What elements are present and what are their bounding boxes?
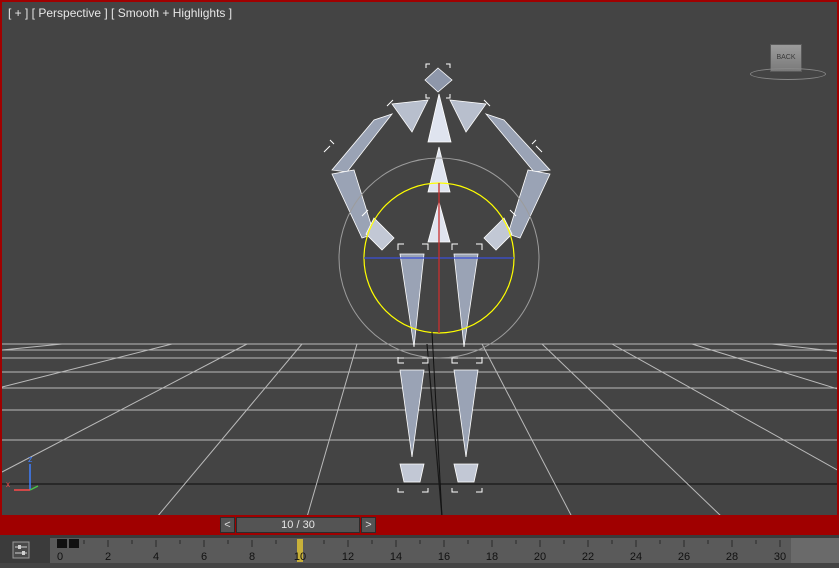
neck-bone — [427, 93, 452, 143]
track-bar-toggle-icon[interactable] — [6, 540, 36, 560]
viewport-scene — [2, 63, 837, 515]
track-bar-tick-label: 8 — [249, 551, 255, 563]
track-bar-tick-label: 22 — [582, 551, 594, 563]
right-hand-bone — [483, 217, 513, 251]
right-thigh-bone — [453, 253, 479, 348]
biped-skeleton[interactable] — [331, 67, 551, 483]
time-slider-handle[interactable]: 10 / 30 — [236, 517, 360, 533]
next-frame-button[interactable]: > — [361, 517, 376, 533]
previous-frame-button[interactable]: < — [220, 517, 235, 533]
viewport-label[interactable]: [ + ] [ Perspective ] [ Smooth + Highlig… — [8, 6, 232, 20]
right-calf-bone — [453, 369, 479, 458]
left-foot-bone — [399, 463, 425, 483]
left-forearm-bone — [331, 169, 375, 239]
axis-x-label: x — [6, 480, 10, 489]
track-bar-tick-label: 14 — [390, 551, 402, 563]
viewcube[interactable]: BACK — [750, 42, 826, 82]
track-bar-tick-label: 20 — [534, 551, 546, 563]
track-bar: 0 2 4 6 8 10 12 14 16 18 20 22 24 26 28 30 — [0, 535, 839, 563]
track-bar-ticks: 0 2 4 6 8 10 12 14 16 18 20 22 24 26 28 30 — [57, 539, 786, 563]
track-bar-tick-label: 30 — [774, 551, 786, 563]
track-bar-tick-label: 28 — [726, 551, 738, 563]
track-bar-end-panel — [791, 538, 839, 563]
right-foot-bone — [453, 463, 479, 483]
right-clavicle-bone — [449, 99, 487, 133]
track-bar-tick-label: 24 — [630, 551, 642, 563]
track-bar-tick-label: 6 — [201, 551, 207, 563]
world-axis-tripod — [14, 464, 39, 491]
left-calf-bone — [399, 369, 425, 458]
track-bar-tick-label: 16 — [438, 551, 450, 563]
rotate-gizmo[interactable] — [338, 157, 540, 515]
head-bone — [424, 67, 453, 93]
left-clavicle-bone — [391, 99, 429, 133]
perspective-viewport[interactable]: [ + ] [ Perspective ] [ Smooth + Highlig… — [0, 0, 839, 515]
left-upperarm-bone — [331, 113, 394, 173]
track-bar-ruler[interactable]: 0 2 4 6 8 10 12 14 16 18 20 22 24 26 28 30 — [50, 538, 791, 563]
track-bar-tick-label: 18 — [486, 551, 498, 563]
track-bar-tick-label: 2 — [105, 551, 111, 563]
right-forearm-bone — [507, 169, 551, 239]
track-bar-tick-label: 12 — [342, 551, 354, 563]
axis-z-label: z — [28, 454, 33, 464]
keyframe-marker[interactable] — [69, 539, 79, 548]
keyframe-marker[interactable] — [57, 539, 67, 548]
track-bar-tick-label: 0 — [57, 551, 63, 563]
track-bar-tick-label: 26 — [678, 551, 690, 563]
track-bar-tick-label: 4 — [153, 551, 159, 563]
track-bar-tick-label: 10 — [294, 551, 306, 563]
left-thigh-bone — [399, 253, 425, 348]
time-slider-bar: < 10 / 30 > — [0, 515, 839, 535]
viewcube-compass-ring[interactable] — [750, 68, 826, 80]
right-upperarm-bone — [484, 113, 551, 173]
